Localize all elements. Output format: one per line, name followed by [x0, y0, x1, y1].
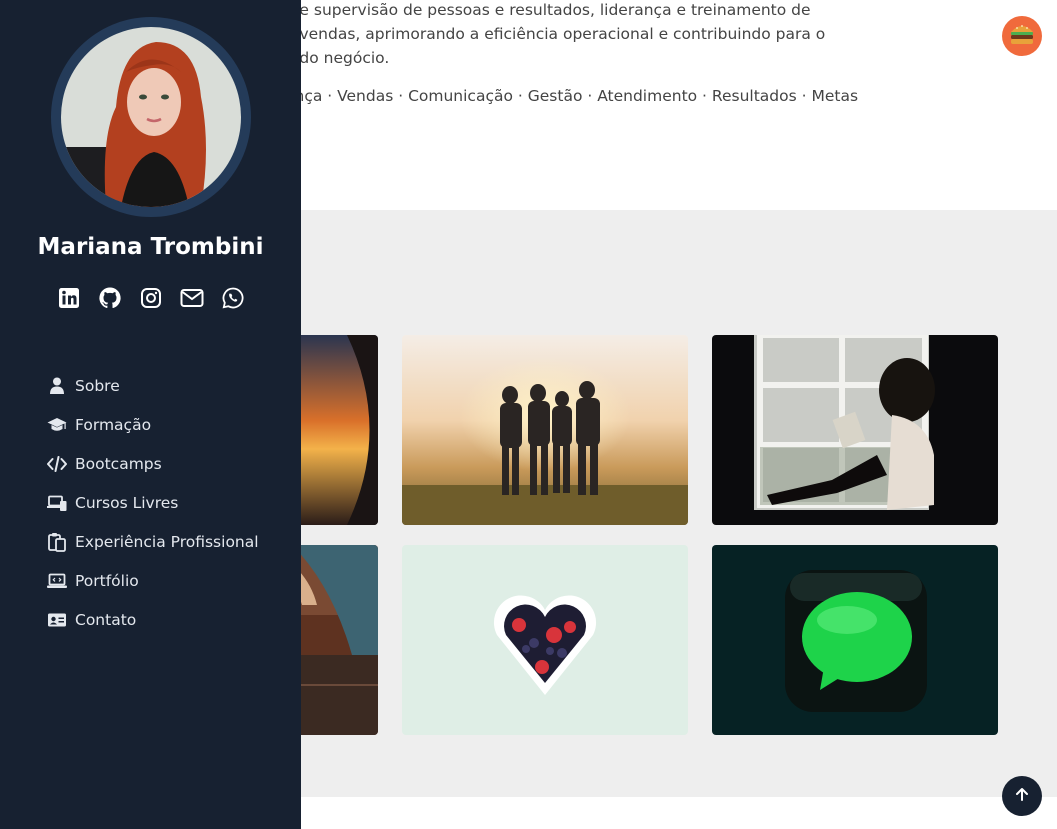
- description-line: o e supervisão de pessoas e resultados, …: [285, 1, 811, 19]
- nav-item-bootcamps[interactable]: Bootcamps: [47, 444, 259, 483]
- code-icon: [47, 454, 67, 474]
- portfolio-item-reading-window[interactable]: [712, 335, 998, 525]
- portfolio-item-heart-berries[interactable]: [402, 545, 688, 735]
- nav-label: Sobre: [75, 376, 120, 395]
- portfolio-item-message-app[interactable]: [712, 545, 998, 735]
- linkedin-icon[interactable]: [57, 286, 81, 310]
- whatsapp-icon[interactable]: [221, 286, 245, 310]
- nav-item-contato[interactable]: Contato: [47, 600, 259, 639]
- nav-label: Portfólio: [75, 571, 139, 590]
- sidebar-nav: Sobre Formação Bootcamps Cursos Livres E…: [47, 366, 259, 639]
- profile-name: Mariana Trombini: [37, 234, 264, 260]
- mail-icon[interactable]: [180, 286, 204, 310]
- description-line: o do negócio.: [285, 49, 390, 67]
- laptop-code-icon: [47, 571, 67, 591]
- clipboard-icon: [47, 532, 67, 552]
- social-links: [0, 286, 301, 310]
- arrow-up-icon: [1014, 786, 1030, 806]
- nav-item-cursos-livres[interactable]: Cursos Livres: [47, 483, 259, 522]
- nav-label: Experiência Profissional: [75, 532, 259, 551]
- nav-item-sobre[interactable]: Sobre: [47, 366, 259, 405]
- user-icon: [47, 376, 67, 396]
- instagram-icon[interactable]: [139, 286, 163, 310]
- skills-tags: ança · Vendas · Comunicação · Gestão · A…: [285, 87, 859, 105]
- nav-item-portfolio[interactable]: Portfólio: [47, 561, 259, 600]
- avatar: [61, 27, 241, 207]
- graduation-cap-icon: [47, 415, 67, 435]
- back-to-top-button[interactable]: [1002, 776, 1042, 816]
- about-description: o e supervisão de pessoas e resultados, …: [285, 0, 845, 70]
- github-icon[interactable]: [98, 286, 122, 310]
- nav-label: Contato: [75, 610, 137, 629]
- sidebar: Mariana Trombini Sobre Formação Bootcamp…: [0, 0, 301, 829]
- portfolio-item-friends-sunset[interactable]: [402, 335, 688, 525]
- id-card-icon: [47, 610, 67, 630]
- nav-item-experiencia-profissional[interactable]: Experiência Profissional: [47, 522, 259, 561]
- burger-icon: [1008, 21, 1036, 51]
- avatar-ring: [51, 17, 251, 217]
- nav-item-formacao[interactable]: Formação: [47, 405, 259, 444]
- laptop-phone-icon: [47, 493, 67, 513]
- nav-label: Formação: [75, 415, 152, 434]
- nav-label: Bootcamps: [75, 454, 162, 473]
- menu-toggle-button[interactable]: [1002, 16, 1042, 56]
- nav-label: Cursos Livres: [75, 493, 179, 512]
- description-line: e vendas, aprimorando a eficiência opera…: [285, 25, 826, 43]
